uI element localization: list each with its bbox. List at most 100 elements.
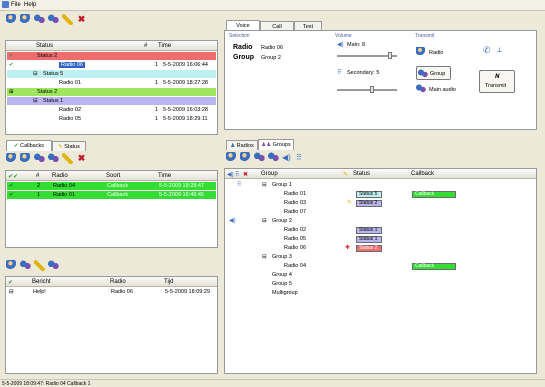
radio-value: Radio 06 (261, 45, 284, 51)
expand-icon[interactable]: ⊟ (262, 218, 267, 224)
menu-help[interactable]: Help (24, 2, 36, 8)
row-radio: Radio 06 (111, 289, 134, 295)
header-num[interactable]: # (144, 43, 147, 49)
group-status-icon[interactable] (48, 14, 59, 25)
header-check-icons: ✔✔ (8, 174, 19, 180)
expand-icon[interactable]: ⊟ (262, 182, 267, 188)
callback-radio-icon[interactable] (6, 153, 17, 164)
status-row-3[interactable]: Radio 01 1 5-5-2009 18:27:28 (7, 79, 216, 87)
header-soort[interactable]: Soort (106, 173, 120, 179)
callback-radio-icon-2[interactable] (20, 153, 31, 164)
secondary-volume-thumb[interactable] (370, 86, 374, 93)
header-status[interactable]: Status (353, 171, 370, 177)
main-volume-thumb[interactable] (388, 52, 392, 59)
status-row-2[interactable]: ⊟ Status 5 (7, 70, 216, 78)
status-row-4[interactable]: ⊞ Status 2 (7, 88, 216, 96)
expand-icon[interactable]: ⊟ (262, 254, 267, 260)
group-tree-row[interactable]: Radio 05 Status 1 (226, 235, 535, 243)
row-label: Group 5 (272, 281, 292, 287)
callback-list-panel: ✔✔ # Radio Soort Time ✔ 2 Radio 04 Callb… (5, 170, 218, 248)
message-row-0[interactable]: ⊟ Help! Radio 06 5-5-2009 18:09:29 (7, 288, 216, 296)
header-callback[interactable]: Callback (411, 171, 434, 177)
header-num[interactable]: # (36, 173, 39, 179)
callback-group-icon-2[interactable] (48, 153, 59, 164)
group-tree-row[interactable]: ⊟ Group 1 (226, 181, 535, 189)
callback-group-icon[interactable] (34, 153, 45, 164)
row-label: Radio 01 (59, 80, 82, 86)
transmit-button[interactable]: 𝑵 Transmit (479, 70, 515, 93)
group-tree-row[interactable]: Radio 07 (226, 208, 535, 216)
group-tree-row[interactable]: ⊟ Group 3 (226, 253, 535, 261)
header-bericht[interactable]: Bericht (32, 279, 51, 285)
message-list-panel: ✔ Bericht Radio Tijd ⊟ Help! Radio 06 5-… (5, 276, 218, 374)
header-radio[interactable]: Radio (110, 279, 126, 285)
groups-grid-icon[interactable]: ⠿ (296, 152, 307, 163)
groups-group-icon-2[interactable] (268, 152, 279, 163)
tab-callbacks[interactable]: ✔ Callbacks (6, 140, 52, 151)
groups-radio-icon[interactable] (226, 152, 237, 163)
group-tree-row[interactable]: Radio 04 Callback (226, 262, 535, 270)
callback-row-1[interactable]: ✔ 1 Radio 01 Callback 5-5-2009 16:49:45 (7, 191, 216, 199)
group-tree-row[interactable]: ⊟ Group 2 (226, 217, 535, 225)
callback-edit-icon[interactable] (62, 153, 73, 164)
row-time: 5-5-2009 16:06:44 (163, 62, 208, 68)
tx-group-button[interactable]: Group (416, 66, 451, 80)
groups-speaker-icon[interactable]: ◀) (282, 152, 293, 163)
collapse-icon[interactable]: ⊞ (9, 89, 14, 95)
callback-row-0[interactable]: ✔ 2 Radio 04 Callback 5-5-2009 18:28:47 (7, 182, 216, 190)
collapse-icon[interactable]: ⊟ (33, 98, 38, 104)
edit-icon[interactable] (62, 14, 73, 25)
row-time: 5-5-2009 18:29:11 (163, 116, 208, 122)
status-row-6[interactable]: Radio 02 1 5-5-2009 16:03:28 (7, 106, 216, 114)
row-label: Radio 02 (59, 107, 82, 113)
group-tree-row[interactable]: Group 5 (226, 280, 535, 288)
header-radio[interactable]: Radio (52, 173, 68, 179)
row-label: Radio 07 (284, 209, 307, 215)
menu-file[interactable]: File (11, 2, 21, 8)
secondary-volume-track[interactable] (337, 89, 397, 91)
header-time[interactable]: Time (158, 173, 171, 179)
message-group-icon[interactable] (20, 260, 31, 271)
header-group[interactable]: Group (261, 171, 278, 177)
expand-icon[interactable]: ✔ (9, 53, 14, 59)
group-tree-row[interactable]: Radio 03 Status 2 (226, 199, 535, 207)
tx-radio-icon[interactable] (416, 47, 426, 57)
callback-delete-icon[interactable]: ✖ (76, 153, 87, 164)
header-tijd[interactable]: Tijd (164, 279, 173, 285)
group-tree-row[interactable]: Radio 06 Status 2 (226, 244, 535, 252)
status-chip: Status 1 (356, 236, 382, 243)
header-status[interactable]: Status (36, 43, 53, 49)
status-row-1[interactable]: ✔ Radio 06 1 5-5-2009 16:06:44 (7, 61, 216, 69)
status-row-0[interactable]: ✔ Status 2 (7, 52, 216, 60)
group-tree-row[interactable]: Group 4 (226, 271, 535, 279)
message-edit-icon[interactable] (34, 260, 45, 271)
tab-radios[interactable]: ♟ Radios (226, 140, 258, 150)
group-value: Group 2 (261, 55, 281, 61)
header-time[interactable]: Time (158, 43, 171, 49)
tx-radio-label[interactable]: Radio (429, 50, 443, 56)
group-tree-row[interactable]: Radio 02 Status 1 (226, 226, 535, 234)
tab-status[interactable]: ✎ Status (52, 141, 86, 151)
message-radio-icon[interactable] (6, 260, 17, 271)
collapse-icon[interactable]: ⊟ (33, 71, 38, 77)
radio-status-icon-2[interactable] (20, 14, 31, 25)
status-row-7[interactable]: Radio 05 1 5-5-2009 18:29:11 (7, 115, 216, 123)
collapse-icon[interactable]: ⊟ (9, 289, 14, 295)
tab-groups[interactable]: ♟♟ Groups (258, 139, 294, 150)
alert-icon: ✚ (345, 245, 351, 251)
row-label: Radio 05 (284, 236, 307, 242)
delete-icon[interactable]: ✖ (76, 14, 87, 25)
row-time: 5-5-2009 18:28:47 (159, 183, 204, 189)
group-icon[interactable] (34, 14, 45, 25)
groups-radio-icon-2[interactable] (240, 152, 251, 163)
group-tree-row[interactable]: Multigroup (226, 289, 535, 297)
status-row-5[interactable]: ⊟ Status 1 (7, 97, 216, 105)
row-bericht: Help! (33, 289, 46, 295)
group-tree-row[interactable]: Radio 01 Status 5 Callback (226, 190, 535, 198)
status-bar-text: 5-5-2009 18:09:47: Radio 04 Callback 1 (2, 381, 91, 387)
tx-main-audio-label[interactable]: Main audio (429, 87, 456, 93)
message-delete-group-icon[interactable] (48, 260, 59, 271)
groups-group-icon[interactable] (254, 152, 265, 163)
tx-main-audio-icon[interactable] (416, 84, 426, 94)
radio-status-icon[interactable] (6, 14, 17, 25)
